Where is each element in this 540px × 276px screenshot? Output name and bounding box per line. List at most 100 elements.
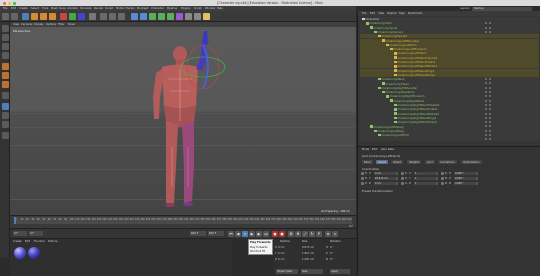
om-menu-tags[interactable]: Tags [399,12,405,15]
attr-field-sx[interactable]: 1 [414,171,436,175]
spinner-icon[interactable] [476,171,478,175]
spinner-icon[interactable] [396,176,398,180]
keyframe-dot-icon[interactable] [401,172,404,175]
om-menu-view[interactable]: View [378,12,384,15]
pause-icon[interactable]: ⏸ [242,231,248,237]
menu-character[interactable]: Character [151,7,164,10]
cube-icon[interactable] [131,13,138,20]
coords-position-y[interactable]: 0 cm [278,252,284,255]
coords-size-y[interactable]: 1.857 cm [302,252,314,255]
object-tree-row[interactable]: mixamorig:LeftFoot [360,133,539,141]
coords-size-x[interactable]: 0.073 cm [302,246,314,249]
om-menu-objects[interactable]: Objects [387,12,397,15]
attr-menu-edit[interactable]: Edit [372,148,377,151]
menu-animate[interactable]: Animate [67,7,78,10]
coords-rotation-p[interactable]: 0 ° [330,252,334,255]
timeline[interactable]: 0 10 20 30 40 50 60 70 80 90 100 110 120 130 140 150 160… [10,215,356,228]
coords-rotation-b[interactable]: 0 ° [330,258,334,261]
menu-file[interactable]: File [3,7,7,10]
coords-size-z[interactable]: 1.597 cm [302,258,314,261]
material-swatch[interactable] [28,247,40,259]
scale-icon[interactable] [40,13,47,20]
om-menu-edit[interactable]: Edit [370,12,375,15]
attr-field-py[interactable]: 24.514 cm [374,176,396,180]
attr-menu-user-data[interactable]: User Data [381,148,394,151]
move-icon[interactable] [31,13,38,20]
workplane-lock-icon[interactable] [1,121,9,128]
coords-rotation-h[interactable]: 0 ° [330,246,334,249]
rotate-icon[interactable] [49,13,56,20]
object-manager-tree[interactable]: Character mixamorig:Hips mixamorig:Spine mi… [360,17,539,141]
keyframe-dot-icon[interactable] [361,182,364,185]
make-editable-icon[interactable] [1,25,9,32]
keyframe-dot-icon[interactable] [441,177,444,180]
attr-tab-basic[interactable]: Basic [362,160,373,164]
attr-tab-weights[interactable]: Weights [407,160,422,164]
edges-mode-icon[interactable] [1,72,9,79]
menu-mograph[interactable]: MoGraph [137,7,149,10]
viewport-menu-panel[interactable]: Panel [68,23,75,26]
timeline-window-icon[interactable]: ≡ [325,231,331,237]
menu-script[interactable]: Script [194,7,202,10]
keyframe-dot-icon[interactable] [401,177,404,180]
coords-mode-dropdown[interactable]: Object (Rel) [276,269,298,274]
viewport-menu-view[interactable]: View [13,23,19,26]
end-frame-field[interactable]: 600 F [190,231,206,236]
menu-mesh[interactable]: Mesh [51,7,58,10]
menu-edit[interactable]: Edit [11,7,16,10]
menu-plugins[interactable]: Plugins [181,7,190,10]
material-menu-edit[interactable]: Edit [25,240,30,243]
snapping-icon[interactable] [1,112,9,119]
attr-field-rb[interactable]: 0.000 ° [454,181,476,185]
deformer-icon[interactable] [176,13,183,20]
playhead[interactable] [14,217,16,224]
viewport-menu-cameras[interactable]: Cameras [21,23,33,26]
polygons-mode-icon[interactable] [1,81,9,88]
coordinate-system-icon[interactable] [89,13,96,20]
menu-pipeline[interactable]: Pipeline [167,7,177,10]
spinner-icon[interactable] [476,181,478,185]
coords-position-z[interactable]: 0 cm [278,258,284,261]
visibility-dot-icon[interactable] [489,138,491,141]
visibility-dots[interactable] [485,137,535,141]
keyframe-dot-icon[interactable] [361,177,364,180]
coords-size-mode-dropdown[interactable]: Size [301,269,323,274]
position-key-icon[interactable]: ✥ [295,231,301,237]
preview-end-field[interactable]: 600 F [208,231,224,236]
spinner-icon[interactable] [396,181,398,185]
attr-tab-animations[interactable]: Animations [438,160,457,164]
attr-tab-coord[interactable]: Coord. [376,160,389,164]
camera-icon[interactable] [194,13,201,20]
character-model[interactable] [10,27,356,215]
current-frame-field[interactable]: 0 F [29,231,43,236]
3d-viewport[interactable]: Perspective Grid Spacing: 100 cm [10,27,356,215]
attr-field-rp[interactable]: 0.000 ° [454,176,476,180]
attr-section-freeze[interactable]: Freeze Transformation [362,189,393,193]
y-axis-icon[interactable] [69,13,76,20]
points-mode-icon[interactable] [1,63,9,70]
texture-mode-icon[interactable] [1,43,9,50]
array-icon[interactable] [158,13,165,20]
menu-render[interactable]: Render [94,7,103,10]
viewport-menu-options[interactable]: Options [46,23,56,26]
model-mode-icon[interactable] [1,34,9,41]
viewport-menu-display[interactable]: Display [34,23,44,26]
spinner-icon[interactable] [436,171,438,175]
keyframe-dot-icon[interactable] [441,182,444,185]
om-menu-file[interactable]: File [362,12,366,15]
floor-icon[interactable] [185,13,192,20]
start-frame-field[interactable]: 0 F [13,231,27,236]
keyframe-dot-icon[interactable] [401,182,404,185]
next-key-icon[interactable]: ▶ [256,231,262,237]
attr-field-pz[interactable]: 0 cm [374,181,396,185]
menu-motion-tracker[interactable]: Motion Tracker [116,7,135,10]
parameter-key-icon[interactable]: P [316,231,322,237]
z-axis-icon[interactable] [78,13,85,20]
previous-key-icon[interactable]: ◀ [235,231,241,237]
record-icon[interactable]: ● [272,231,278,237]
interpolation-icon[interactable]: ∿ [332,231,338,237]
live-selection-icon[interactable] [22,13,29,20]
render-picture-icon[interactable] [109,13,116,20]
axis-mode-icon[interactable] [1,92,9,99]
menu-help[interactable]: Help [217,7,223,10]
